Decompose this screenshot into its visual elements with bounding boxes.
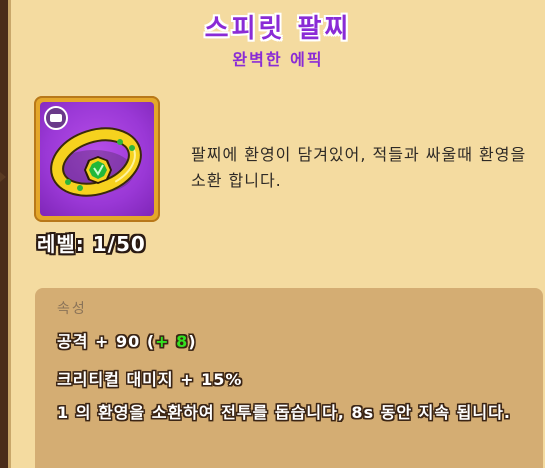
attack-stat: 공격 + 90 (+ 8) [57,328,197,352]
category-badge-icon [44,106,68,130]
skill-description: 1 의 환영을 소환하여 전투를 돕습니다, 8s 동안 지속 됩니다. [57,403,511,422]
item-icon-background [40,102,154,216]
item-detail-panel: 스피릿 팔찌 완벽한 에픽 레벨: 1/50 팔찌에 환영이 담겨있어, 적들과… [8,0,545,468]
attack-close: ) [188,332,197,351]
item-icon-frame [34,96,160,222]
attack-bonus: + 8 [155,332,189,351]
item-level: 레벨: 1/50 [37,232,146,256]
attributes-box: 속성 공격 + 90 (+ 8) 크리티컬 대미지 + 15% 1 의 환영을 … [35,288,543,468]
crit-damage-stat: 크리티컬 대미지 + 15% [57,370,243,389]
attributes-header: 속성 [57,301,87,317]
item-description: 팔찌에 환영이 담겨있어, 적들과 싸울때 환영을 소환 합니다. [191,145,527,190]
attack-base: 공격 + 90 ( [57,332,156,351]
left-arrow-icon [0,172,6,182]
item-rarity: 완벽한 에픽 [232,50,324,69]
item-name: 스피릿 팔찌 [204,14,352,44]
